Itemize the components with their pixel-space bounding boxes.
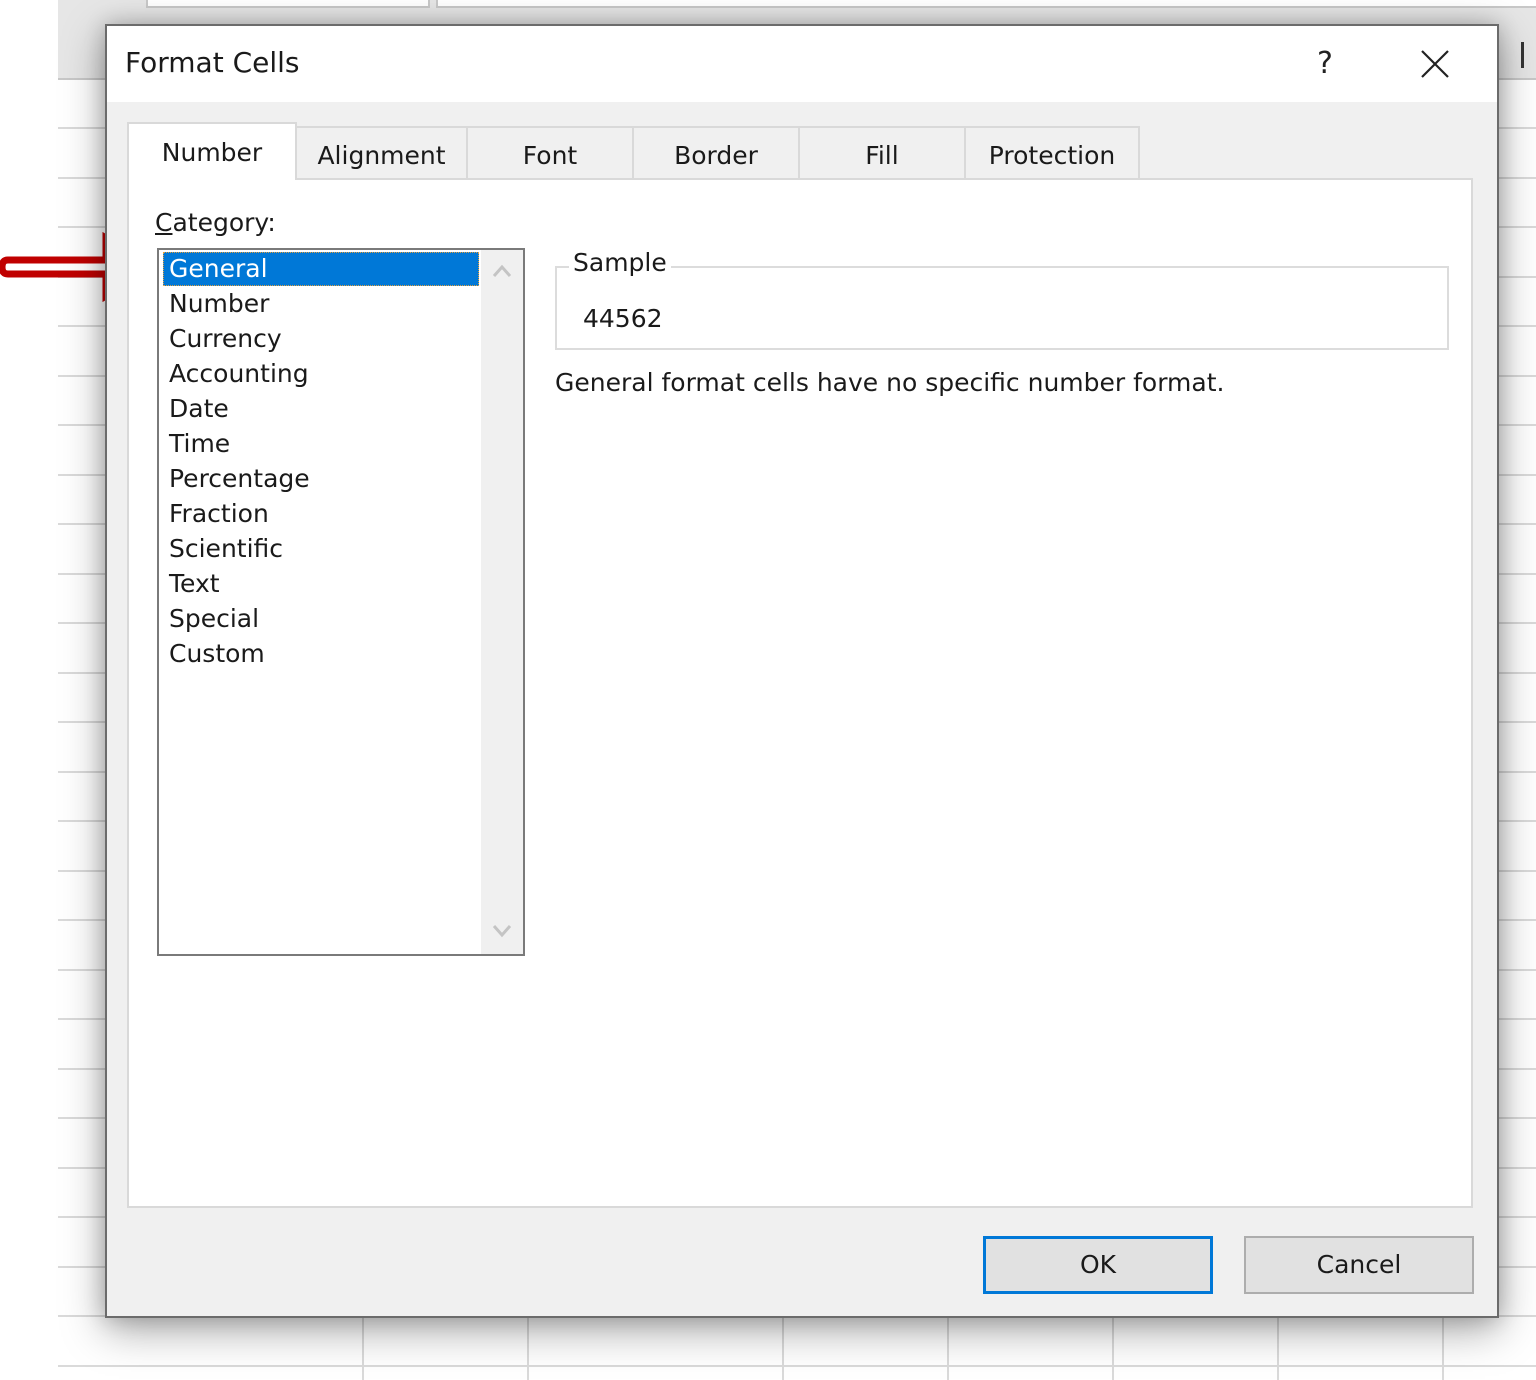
category-item-percentage[interactable]: Percentage	[163, 462, 479, 496]
sample-group: Sample 44562	[555, 248, 1449, 350]
category-item-currency[interactable]: Currency	[163, 322, 479, 356]
chevron-down-icon	[492, 925, 512, 938]
grid-col-line	[947, 1316, 949, 1380]
tab-fill[interactable]: Fill	[798, 126, 966, 178]
chevron-up-icon	[492, 264, 512, 277]
close-button[interactable]	[1405, 36, 1465, 92]
name-box[interactable]	[146, 0, 430, 8]
category-item-custom[interactable]: Custom	[163, 637, 479, 671]
category-item-text[interactable]: Text	[163, 567, 479, 601]
scroll-down-button[interactable]	[481, 912, 523, 952]
category-listbox[interactable]: General Number Currency Accounting Date …	[157, 248, 525, 956]
grid-col-line	[782, 1316, 784, 1380]
ok-button[interactable]: OK	[983, 1236, 1213, 1294]
sample-value: 44562	[583, 304, 663, 333]
tab-border[interactable]: Border	[632, 126, 800, 178]
grid-col-line	[1112, 1316, 1114, 1380]
grid-col-line	[527, 1316, 529, 1380]
category-item-fraction[interactable]: Fraction	[163, 497, 479, 531]
grid-col-line	[362, 1316, 364, 1380]
tab-number[interactable]: Number	[127, 122, 297, 180]
tab-alignment[interactable]: Alignment	[295, 126, 468, 178]
category-label-text: ategory:	[172, 208, 276, 237]
grid-col-line	[1442, 1316, 1444, 1380]
text-cursor	[1521, 42, 1524, 68]
dialog-title: Format Cells	[125, 46, 300, 79]
cancel-button[interactable]: Cancel	[1244, 1236, 1474, 1294]
category-item-special[interactable]: Special	[163, 602, 479, 636]
category-item-time[interactable]: Time	[163, 427, 479, 461]
tab-font[interactable]: Font	[466, 126, 634, 178]
category-item-accounting[interactable]: Accounting	[163, 357, 479, 391]
category-item-general[interactable]: General	[163, 252, 479, 286]
scroll-up-button[interactable]	[481, 252, 523, 292]
category-item-number[interactable]: Number	[163, 287, 479, 321]
grid-row-line	[58, 1365, 1536, 1367]
tab-protection[interactable]: Protection	[964, 126, 1140, 178]
sample-legend: Sample	[569, 248, 671, 277]
grid-col-line	[1277, 1316, 1279, 1380]
category-item-scientific[interactable]: Scientific	[163, 532, 479, 566]
dialog-titlebar[interactable]: Format Cells ?	[107, 26, 1497, 102]
help-button[interactable]: ?	[1297, 36, 1353, 92]
number-tab-panel: Category: General Number Currency Accoun…	[127, 178, 1473, 1208]
formula-bar[interactable]	[436, 0, 1536, 8]
category-item-date[interactable]: Date	[163, 392, 479, 426]
format-cells-dialog: Format Cells ? Number Alignment Font Bor…	[105, 24, 1499, 1318]
close-icon	[1421, 50, 1449, 78]
category-scrollbar[interactable]	[481, 250, 523, 954]
category-accesskey: C	[155, 208, 173, 237]
format-description: General format cells have no specific nu…	[555, 368, 1225, 397]
category-label: Category:	[155, 208, 276, 237]
